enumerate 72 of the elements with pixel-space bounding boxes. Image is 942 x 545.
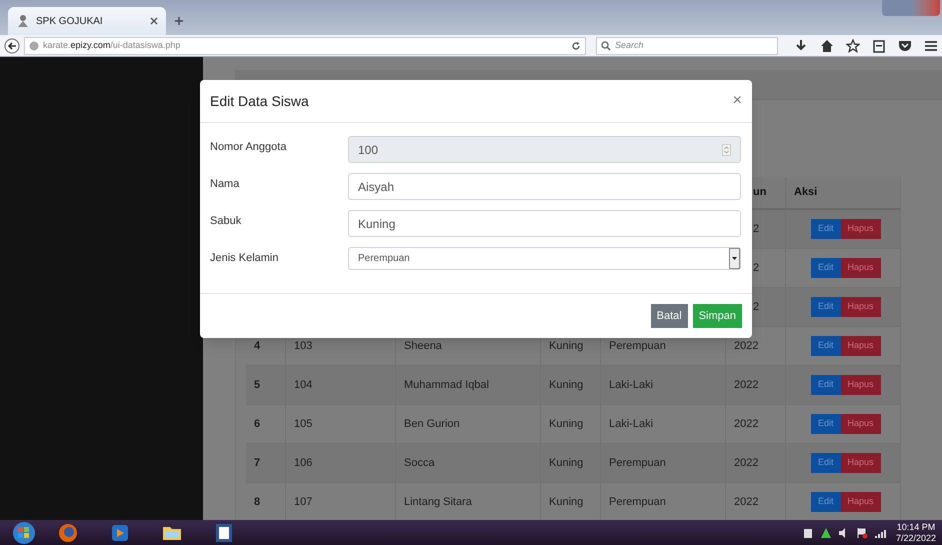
field-label: Nomor Anggota <box>210 140 288 155</box>
edit-button[interactable]: Edit <box>811 375 841 395</box>
table-cell: 6 <box>246 405 286 443</box>
home-icon[interactable] <box>820 38 834 52</box>
table-cell: 105 <box>286 405 396 443</box>
table-cell: Muhammad Iqbal <box>396 366 541 404</box>
modal-title: Edit Data Siswa <box>210 92 309 110</box>
download-icon[interactable] <box>794 38 808 52</box>
tab-title: SPK GOJUKAI <box>36 14 104 28</box>
search-placeholder: Search <box>615 38 644 52</box>
clock-time[interactable]: 10:14 PM <box>896 522 936 532</box>
table-cell: 2022 <box>726 444 786 482</box>
table-cell: 2022 <box>726 405 786 443</box>
input-field[interactable]: Kuning <box>348 210 741 237</box>
address-field[interactable]: karate.epizy.com/ui-datasiswa.php <box>24 36 586 54</box>
table-cell: Kuning <box>541 405 601 443</box>
menu-icon[interactable] <box>924 38 938 52</box>
delete-button[interactable]: Hapus <box>840 297 881 317</box>
close-icon[interactable] <box>150 17 158 25</box>
input-field[interactable]: Aisyah <box>348 173 741 200</box>
new-tab-icon[interactable] <box>174 16 184 26</box>
field-label: Jenis Kelamin <box>210 251 280 266</box>
field-label: Nama <box>210 177 240 192</box>
pocket-icon[interactable] <box>898 38 912 52</box>
edit-button[interactable]: Edit <box>811 258 841 278</box>
select-field[interactable]: Perempuan <box>348 247 741 270</box>
figure-icon <box>16 14 30 28</box>
delete-button[interactable]: Hapus <box>840 336 881 356</box>
table-cell: 104 <box>286 366 396 404</box>
table-cell: 5 <box>246 366 286 404</box>
edit-button[interactable]: Edit <box>811 219 841 239</box>
reload-icon[interactable] <box>571 40 582 50</box>
table-cell: Ben Gurion <box>396 405 541 443</box>
input-field: 100 <box>348 136 741 163</box>
table-cell: Perempuan <box>601 444 726 482</box>
fox-icon[interactable] <box>57 522 79 544</box>
browser-tab[interactable]: SPK GOJUKAI <box>8 7 166 35</box>
table-cell: Kuning <box>541 366 601 404</box>
search-field[interactable]: Search <box>596 36 778 54</box>
table-cell: 2022 <box>726 366 786 404</box>
triangle-icon[interactable] <box>820 526 832 538</box>
delete-button[interactable]: Hapus <box>840 453 881 473</box>
delete-button[interactable]: Hapus <box>840 414 881 434</box>
search-icon <box>601 40 612 50</box>
table-cell: Laki-Laki <box>601 405 726 443</box>
edit-button[interactable]: Edit <box>811 336 841 356</box>
tray-app-icon[interactable] <box>802 526 814 538</box>
url-text: karate.epizy.com/ui-datasiswa.php <box>43 38 182 52</box>
delete-button[interactable]: Hapus <box>840 375 881 395</box>
column-header: Aksi <box>786 177 901 208</box>
cancel-button[interactable]: Batal <box>650 304 688 328</box>
field-label: Sabuk <box>210 214 242 229</box>
start-button-icon[interactable] <box>10 520 38 544</box>
edit-button[interactable]: Edit <box>811 297 841 317</box>
edit-button[interactable]: Edit <box>811 414 841 434</box>
save-button[interactable]: Simpan <box>692 304 742 328</box>
delete-button[interactable]: Hapus <box>840 492 881 512</box>
edit-button[interactable]: Edit <box>811 492 841 512</box>
table-cell: Kuning <box>541 444 601 482</box>
star-icon[interactable] <box>846 38 860 52</box>
clock-date[interactable]: 7/22/2022 <box>896 532 936 544</box>
delete-button[interactable]: Hapus <box>840 219 881 239</box>
table-cell: Socca <box>396 444 541 482</box>
close-button[interactable]: × <box>732 93 742 109</box>
document-icon[interactable] <box>213 522 235 544</box>
delete-button[interactable]: Hapus <box>840 258 881 278</box>
flag-icon[interactable] <box>856 526 868 538</box>
edit-button[interactable]: Edit <box>811 453 841 473</box>
back-icon[interactable] <box>4 38 20 54</box>
table-cell: 106 <box>286 444 396 482</box>
table-cell: Laki-Laki <box>601 366 726 404</box>
table-cell: 7 <box>246 444 286 482</box>
